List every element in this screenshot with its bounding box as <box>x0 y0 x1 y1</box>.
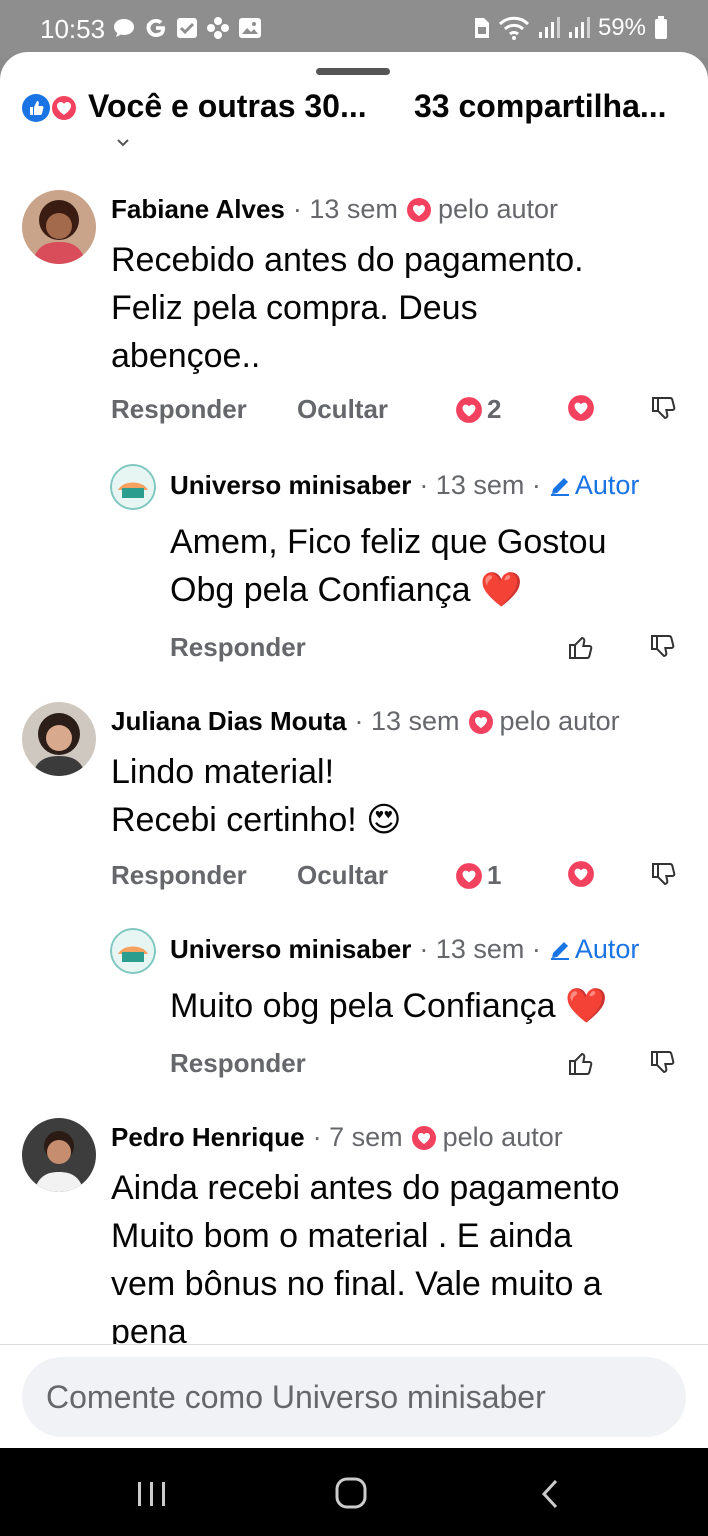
reply-button[interactable]: Responder <box>111 394 247 425</box>
badge-label: pelo autor <box>442 1122 563 1152</box>
check-box-icon <box>177 18 197 38</box>
comment-line: Muito obg pela Confiança ❤️ <box>170 987 608 1025</box>
comment-author-name[interactable]: Universo minisaber <box>170 470 411 501</box>
author-badge-label: Autor <box>574 934 640 964</box>
battery-percent: 59% <box>597 14 646 41</box>
comment-input-placeholder: Comente como Universo minisaber <box>46 1379 546 1415</box>
heart-icon <box>406 197 431 222</box>
shares-summary-text[interactable]: 33 compartilha... <box>414 88 667 125</box>
dislike-icon[interactable] <box>649 860 679 890</box>
avatar[interactable] <box>22 190 96 264</box>
badge-label: pelo autor <box>437 194 559 224</box>
reaction-count[interactable]: 1 <box>455 860 501 891</box>
love-reaction-icon <box>50 94 78 122</box>
comment-line: Feliz pela compra. Deus <box>111 289 478 327</box>
status-bar: 10:53 59% <box>0 0 708 58</box>
comment-line: Muito bom o material . E ainda <box>111 1217 573 1255</box>
comment-time: · 13 sem · <box>419 470 541 500</box>
sheet-grabber[interactable] <box>316 68 390 75</box>
avatar[interactable] <box>22 1118 96 1192</box>
pencil-icon <box>550 477 569 496</box>
comment-author-name[interactable]: Juliana Dias Mouta <box>111 706 347 737</box>
heart-icon <box>468 709 493 734</box>
back-icon[interactable] <box>538 1478 562 1510</box>
comment-line: Ainda recebi antes do pagamento <box>111 1169 620 1207</box>
comment-composer: Comente como Universo minisaber <box>0 1344 708 1448</box>
hide-button[interactable]: Ocultar <box>297 394 388 425</box>
comment-pedro: Pedro Henrique · 7 sem pelo autor Ainda … <box>22 1118 642 1351</box>
comment-input[interactable]: Comente como Universo minisaber <box>22 1357 686 1437</box>
reaction-count[interactable]: 2 <box>455 394 501 425</box>
signal-icon <box>538 17 560 38</box>
reactions-summary-text[interactable]: Você e outras 30... <box>88 88 367 125</box>
dislike-icon[interactable] <box>649 394 679 424</box>
comment-line: Obg pela Confiança ❤️ <box>170 571 523 609</box>
comment-author-name[interactable]: Fabiane Alves <box>111 194 285 225</box>
system-nav-bar <box>0 1448 708 1536</box>
comment-fabiane: Fabiane Alves · 13 sem pelo autor Recebi… <box>22 190 676 430</box>
sim-icon <box>474 18 489 38</box>
comment-line: Amem, Fico feliz que Gostou <box>170 523 607 561</box>
like-icon[interactable] <box>566 1048 596 1078</box>
love-react-icon[interactable] <box>567 394 595 422</box>
battery-icon <box>655 16 667 39</box>
reaction-icons <box>22 92 82 122</box>
avatar[interactable] <box>110 464 156 510</box>
comment-line: Recebido antes do pagamento. <box>111 241 584 279</box>
reply-button[interactable]: Responder <box>111 860 247 891</box>
avatar[interactable] <box>110 928 156 974</box>
author-badge: Autor <box>549 934 640 965</box>
comment-author-name[interactable]: Pedro Henrique <box>111 1122 305 1153</box>
comment-time: · 13 sem <box>354 706 460 736</box>
author-badge-label: Autor <box>574 470 640 500</box>
reaction-summary[interactable]: Você e outras 30... 33 compartilha... <box>22 88 692 147</box>
heart-icon <box>411 1125 436 1150</box>
pencil-icon <box>550 941 569 960</box>
author-liked-badge: pelo autor <box>411 1122 563 1153</box>
comment-line: Lindo material! <box>111 753 335 791</box>
google-icon <box>146 19 165 37</box>
author-liked-badge: pelo autor <box>406 194 558 225</box>
reaction-count-label: 1 <box>487 860 502 890</box>
comment-juliana: Juliana Dias Mouta · 13 sem pelo autor L… <box>22 702 676 902</box>
love-react-icon[interactable] <box>567 860 595 888</box>
notification-icons <box>112 16 262 40</box>
system-status: 59% <box>474 14 668 42</box>
comment-line: abençoe.. <box>111 337 261 375</box>
badge-label: pelo autor <box>499 706 620 736</box>
comment-time: · 7 sem <box>312 1122 403 1152</box>
image-icon <box>239 18 261 38</box>
comments-sheet: Você e outras 30... 33 compartilha... Fa… <box>0 52 708 1448</box>
recent-apps-icon[interactable] <box>136 1480 168 1508</box>
dislike-icon[interactable] <box>648 1048 678 1078</box>
comment-time: · 13 sem · <box>419 934 541 964</box>
chat-bubble-icon <box>114 19 134 37</box>
comment-line: vem bônus no final. Vale muito a <box>111 1265 602 1303</box>
reaction-count-label: 2 <box>487 394 502 424</box>
reply-universo-1: Universo minisaber · 13 sem · Autor Amem… <box>110 464 708 664</box>
avatar[interactable] <box>22 702 96 776</box>
like-reaction-icon <box>22 94 50 122</box>
hide-button[interactable]: Ocultar <box>297 860 388 891</box>
status-time: 10:53 <box>40 14 106 44</box>
wifi-icon <box>498 16 530 40</box>
comment-line: Recebi certinho! 😍 <box>111 801 402 839</box>
heart-icon <box>456 862 482 889</box>
home-icon[interactable] <box>334 1476 368 1510</box>
heart-icon <box>456 396 482 423</box>
signal-icon-2 <box>568 17 590 38</box>
like-icon[interactable] <box>566 632 596 662</box>
author-liked-badge: pelo autor <box>468 706 620 737</box>
reply-button[interactable]: Responder <box>170 632 306 663</box>
reply-button[interactable]: Responder <box>170 1048 306 1079</box>
chevron-down-icon[interactable] <box>116 136 130 150</box>
dislike-icon[interactable] <box>648 632 678 662</box>
author-badge: Autor <box>549 470 640 501</box>
comment-time: · 13 sem <box>292 194 398 224</box>
reply-universo-2: Universo minisaber · 13 sem · Autor Muit… <box>110 928 708 1088</box>
flower-icon <box>207 17 229 39</box>
comment-author-name[interactable]: Universo minisaber <box>170 934 411 965</box>
